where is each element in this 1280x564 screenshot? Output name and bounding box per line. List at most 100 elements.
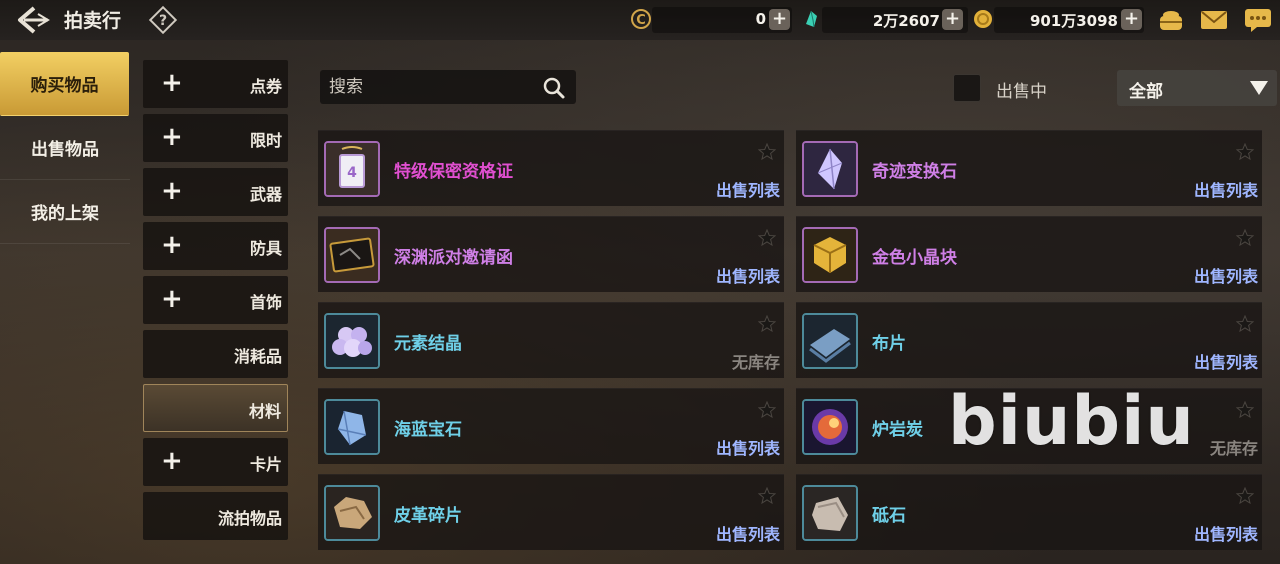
- item-status[interactable]: 出售列表: [1194, 263, 1258, 287]
- expand-plus-icon: +: [161, 176, 183, 206]
- category-item-accessory[interactable]: + 首饰: [143, 276, 288, 324]
- mail-icon[interactable]: [1199, 7, 1229, 33]
- category-label: 防具: [249, 239, 282, 258]
- category-label: 材料: [248, 402, 281, 421]
- item-name: 皮革碎片: [394, 506, 462, 526]
- gold-cube-icon: [802, 227, 858, 283]
- item-name: 海蓝宝石: [394, 420, 462, 440]
- search-box[interactable]: [320, 70, 576, 104]
- item-card[interactable]: 奇迹变换石 出售列表: [796, 130, 1262, 206]
- expand-plus-icon: +: [161, 446, 183, 476]
- c-coin-value: 0: [755, 10, 766, 28]
- gold-value: 901万3098: [1029, 12, 1118, 30]
- chat-icon[interactable]: [1243, 7, 1273, 33]
- search-input[interactable]: [320, 70, 530, 104]
- expand-plus-icon: +: [161, 68, 183, 98]
- item-name: 炉岩炭: [872, 420, 923, 440]
- on-sale-label: 出售中: [996, 82, 1047, 102]
- item-status: 无库存: [1209, 439, 1258, 458]
- c-coin-icon: C: [631, 9, 651, 29]
- item-card[interactable]: 砥石 出售列表: [796, 474, 1262, 550]
- item-status[interactable]: 出售列表: [716, 435, 780, 459]
- item-status[interactable]: 出售列表: [1194, 521, 1258, 545]
- item-status[interactable]: 出售列表: [716, 521, 780, 545]
- favorite-star-icon[interactable]: [758, 143, 776, 161]
- element-crystal-icon: [324, 313, 380, 369]
- category-item-material[interactable]: 材料: [143, 384, 288, 432]
- favorite-star-icon[interactable]: [1236, 487, 1254, 505]
- item-card[interactable]: 皮革碎片 出售列表: [318, 474, 784, 550]
- item-card[interactable]: 海蓝宝石 出售列表: [318, 388, 784, 464]
- leather-icon: [324, 485, 380, 541]
- certificate-icon: 4: [324, 141, 380, 197]
- category-label: 限时: [249, 131, 282, 150]
- category-item-unsold[interactable]: 流拍物品: [143, 492, 288, 540]
- category-label: 消耗品: [233, 347, 282, 366]
- category-item-limited[interactable]: + 限时: [143, 114, 288, 162]
- add-c-coin-button[interactable]: +: [769, 9, 790, 30]
- watermark: biubiu: [948, 382, 1195, 461]
- filter-dropdown[interactable]: 全部: [1117, 70, 1277, 106]
- page-title: 拍卖行: [64, 10, 122, 32]
- expand-plus-icon: +: [161, 284, 183, 314]
- whetstone-icon: [802, 485, 858, 541]
- item-name: 元素结晶: [394, 334, 462, 354]
- favorite-star-icon[interactable]: [758, 401, 776, 419]
- top-bar: 拍卖行 ? C 0 + 2万2607 + 901万3098 +: [0, 0, 1280, 40]
- category-item-coupon[interactable]: + 点券: [143, 60, 288, 108]
- favorite-star-icon[interactable]: [1236, 229, 1254, 247]
- favorite-star-icon[interactable]: [758, 315, 776, 333]
- item-status[interactable]: 出售列表: [1194, 177, 1258, 201]
- search-icon[interactable]: [542, 76, 566, 100]
- add-gem-button[interactable]: +: [942, 9, 963, 30]
- gem-icon: [806, 10, 817, 28]
- bag-icon[interactable]: [1156, 7, 1186, 33]
- on-sale-checkbox[interactable]: [953, 74, 981, 102]
- left-nav: 购买物品 出售物品 我的上架: [0, 52, 130, 244]
- nav-my-listings[interactable]: 我的上架: [0, 180, 130, 244]
- category-item-weapon[interactable]: + 武器: [143, 168, 288, 216]
- item-status: 无库存: [731, 353, 780, 372]
- item-name: 砥石: [872, 506, 906, 526]
- item-name: 金色小晶块: [872, 248, 957, 268]
- item-card[interactable]: 元素结晶 无库存: [318, 302, 784, 378]
- question-diamond-icon: ?: [148, 5, 178, 35]
- svg-text:C: C: [636, 13, 646, 28]
- item-status[interactable]: 出售列表: [1194, 349, 1258, 373]
- caret-down-icon: [1250, 81, 1268, 95]
- dropdown-value: 全部: [1129, 82, 1163, 102]
- item-card[interactable]: 4 特级保密资格证 出售列表: [318, 130, 784, 206]
- category-item-consumable[interactable]: 消耗品: [143, 330, 288, 378]
- favorite-star-icon[interactable]: [758, 229, 776, 247]
- category-label: 流拍物品: [217, 509, 282, 528]
- item-name: 特级保密资格证: [394, 162, 513, 182]
- item-name: 奇迹变换石: [872, 162, 957, 182]
- crystal-icon: [802, 141, 858, 197]
- aquamarine-icon: [324, 399, 380, 455]
- expand-plus-icon: +: [161, 122, 183, 152]
- favorite-star-icon[interactable]: [1236, 315, 1254, 333]
- category-item-armor[interactable]: + 防具: [143, 222, 288, 270]
- item-status[interactable]: 出售列表: [716, 263, 780, 287]
- item-status[interactable]: 出售列表: [716, 177, 780, 201]
- favorite-star-icon[interactable]: [1236, 401, 1254, 419]
- category-label: 武器: [249, 185, 282, 204]
- invitation-icon: [324, 227, 380, 283]
- item-card[interactable]: 金色小晶块 出售列表: [796, 216, 1262, 292]
- back-arrow-icon: [18, 6, 50, 34]
- gold-coin-icon: [974, 10, 992, 28]
- nav-sell-items[interactable]: 出售物品: [0, 116, 130, 180]
- favorite-star-icon[interactable]: [1236, 143, 1254, 161]
- nav-buy-items[interactable]: 购买物品: [0, 52, 129, 116]
- help-button[interactable]: ?: [148, 5, 178, 35]
- svg-text:?: ?: [159, 13, 167, 29]
- add-gold-button[interactable]: +: [1121, 9, 1142, 30]
- expand-plus-icon: +: [161, 230, 183, 260]
- category-label: 点券: [249, 77, 282, 96]
- back-button[interactable]: [14, 4, 54, 36]
- favorite-star-icon[interactable]: [758, 487, 776, 505]
- category-item-card[interactable]: + 卡片: [143, 438, 288, 486]
- item-card[interactable]: 深渊派对邀请函 出售列表: [318, 216, 784, 292]
- item-name: 深渊派对邀请函: [394, 248, 513, 268]
- item-card[interactable]: 布片 出售列表: [796, 302, 1262, 378]
